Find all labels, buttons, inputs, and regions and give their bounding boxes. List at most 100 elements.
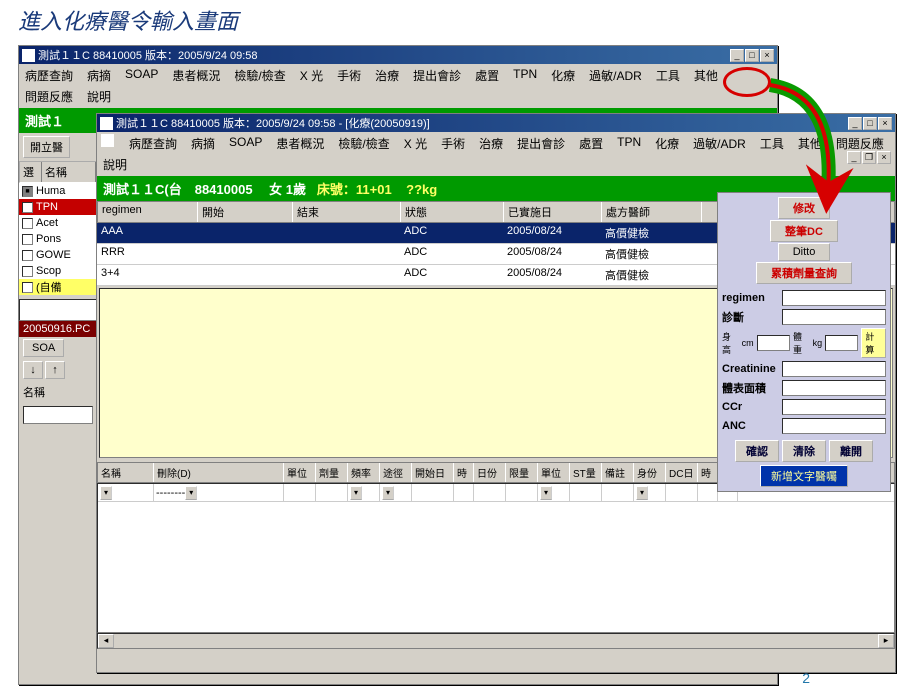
list-item[interactable]: Scop bbox=[19, 263, 97, 279]
col-header[interactable]: 已實施日 bbox=[504, 202, 602, 222]
menu-工具[interactable]: 工具 bbox=[654, 66, 682, 85]
menu-處置[interactable]: 處置 bbox=[577, 134, 605, 153]
maximize-button[interactable]: □ bbox=[863, 117, 877, 130]
dropdown-icon[interactable]: ▾ bbox=[540, 486, 552, 500]
col-header[interactable]: 開始 bbox=[198, 202, 293, 222]
maximize-button[interactable]: □ bbox=[745, 49, 759, 62]
checkbox[interactable] bbox=[22, 266, 33, 277]
menu-SOAP[interactable]: SOAP bbox=[123, 66, 160, 85]
dropdown-icon[interactable]: ▾ bbox=[100, 486, 112, 500]
height-input[interactable] bbox=[757, 335, 790, 351]
menu-其他[interactable]: 其他 bbox=[796, 134, 824, 153]
menu-問題反應[interactable]: 問題反應 bbox=[23, 87, 75, 106]
checkbox[interactable]: ■ bbox=[22, 186, 33, 197]
menu-提出會診[interactable]: 提出會診 bbox=[515, 134, 567, 153]
menu-處置[interactable]: 處置 bbox=[473, 66, 501, 85]
menu-說明[interactable]: 說明 bbox=[85, 87, 113, 106]
arrow-up-button[interactable]: ↑ bbox=[45, 361, 65, 379]
confirm-button[interactable]: 確認 bbox=[735, 440, 779, 462]
order-col-header[interactable]: 頻率 bbox=[348, 463, 380, 482]
menu-化療[interactable]: 化療 bbox=[549, 66, 577, 85]
menu-過敏/ADR[interactable]: 過敏/ADR bbox=[691, 134, 748, 153]
col-header[interactable]: regimen bbox=[98, 202, 198, 222]
list-item[interactable]: ■Huma bbox=[19, 183, 97, 199]
tab-open-order[interactable]: 開立醫 bbox=[23, 136, 70, 158]
list-item[interactable]: Pons bbox=[19, 231, 97, 247]
menu-提出會診[interactable]: 提出會診 bbox=[411, 66, 463, 85]
soa-button[interactable]: SOA bbox=[23, 339, 64, 357]
list-item[interactable]: (自備 bbox=[19, 279, 97, 295]
menu-患者概況[interactable]: 患者概況 bbox=[170, 66, 222, 85]
minimize-button[interactable]: _ bbox=[848, 117, 862, 130]
arrow-down-button[interactable]: ↓ bbox=[23, 361, 43, 379]
col-header[interactable]: 處方醫師 bbox=[602, 202, 702, 222]
checkbox[interactable] bbox=[22, 234, 33, 245]
col-header[interactable]: 狀態 bbox=[401, 202, 504, 222]
diagnosis-input[interactable] bbox=[782, 309, 886, 325]
dropdown-icon[interactable]: ▾ bbox=[382, 486, 394, 500]
menu-過敏/ADR[interactable]: 過敏/ADR bbox=[587, 66, 644, 85]
add-text-order-button[interactable]: 新增文字醫囑 bbox=[760, 465, 848, 487]
list-item[interactable]: GOWE bbox=[19, 247, 97, 263]
order-col-header[interactable]: 劑量 bbox=[316, 463, 348, 482]
clear-button[interactable]: 清除 bbox=[782, 440, 826, 462]
order-col-header[interactable]: 時 bbox=[454, 463, 474, 482]
weight-input[interactable] bbox=[825, 335, 858, 351]
menu-TPN[interactable]: TPN bbox=[615, 134, 643, 153]
calc-button[interactable]: 計算 bbox=[861, 328, 886, 358]
list-item[interactable]: TPN bbox=[19, 199, 97, 215]
menu-TPN[interactable]: TPN bbox=[511, 66, 539, 85]
menu-X 光[interactable]: X 光 bbox=[402, 134, 429, 153]
checkbox[interactable] bbox=[22, 202, 33, 213]
dropdown-icon[interactable]: ▾ bbox=[350, 486, 362, 500]
menu-X 光[interactable]: X 光 bbox=[298, 66, 325, 85]
menu-病摘[interactable]: 病摘 bbox=[189, 134, 217, 153]
anc-input[interactable] bbox=[782, 418, 886, 434]
menu-化療[interactable]: 化療 bbox=[653, 134, 681, 153]
menu-治療[interactable]: 治療 bbox=[373, 66, 401, 85]
scroll-left-button[interactable]: ◂ bbox=[98, 634, 114, 648]
order-col-header[interactable]: 身份 bbox=[634, 463, 666, 482]
order-col-header[interactable]: 名稱 bbox=[98, 463, 154, 482]
cumulative-dose-button[interactable]: 累積劑量查詢 bbox=[756, 262, 852, 284]
menu-說明[interactable]: 說明 bbox=[101, 155, 129, 174]
regimen-input[interactable] bbox=[782, 290, 886, 306]
menu-其他[interactable]: 其他 bbox=[692, 66, 720, 85]
menu-病歷查詢[interactable]: 病歷查詢 bbox=[127, 134, 179, 153]
order-col-header[interactable]: 限量 bbox=[506, 463, 538, 482]
order-col-header[interactable]: DC日 bbox=[666, 463, 698, 482]
checkbox[interactable] bbox=[22, 250, 33, 261]
menu-工具[interactable]: 工具 bbox=[758, 134, 786, 153]
order-col-header[interactable]: 單位 bbox=[284, 463, 316, 482]
checkbox[interactable] bbox=[22, 282, 33, 293]
menu-病摘[interactable]: 病摘 bbox=[85, 66, 113, 85]
menu-患者概況[interactable]: 患者概況 bbox=[274, 134, 326, 153]
order-col-header[interactable]: 刪除(D) bbox=[154, 463, 284, 482]
dc-all-button[interactable]: 整筆DC bbox=[770, 220, 838, 242]
ccr-input[interactable] bbox=[782, 399, 886, 415]
exit-button[interactable]: 離開 bbox=[829, 440, 873, 462]
order-col-header[interactable]: 備註 bbox=[602, 463, 634, 482]
order-col-header[interactable]: 開始日 bbox=[412, 463, 454, 482]
mdi-restore[interactable]: ❐ bbox=[862, 151, 876, 164]
mdi-close[interactable]: × bbox=[877, 151, 891, 164]
ditto-button[interactable]: Ditto bbox=[778, 243, 831, 261]
dropdown-icon[interactable]: ▾ bbox=[636, 486, 648, 500]
close-button[interactable]: × bbox=[760, 49, 774, 62]
order-col-header[interactable]: 途徑 bbox=[380, 463, 412, 482]
order-col-header[interactable]: ST量 bbox=[570, 463, 602, 482]
mdi-minimize[interactable]: _ bbox=[847, 151, 861, 164]
modify-button[interactable]: 修改 bbox=[778, 197, 830, 219]
menu-病歷查詢[interactable]: 病歷查詢 bbox=[23, 66, 75, 85]
col-header[interactable]: 結束 bbox=[293, 202, 401, 222]
menu-檢驗/檢查[interactable]: 檢驗/檢查 bbox=[336, 134, 391, 153]
horizontal-scrollbar[interactable]: ◂ ▸ bbox=[97, 633, 895, 649]
order-col-header[interactable]: 單位 bbox=[538, 463, 570, 482]
order-grid-body[interactable]: ▾ --------▾ ▾ ▾ ▾ ▾ bbox=[97, 483, 895, 633]
dropdown-icon[interactable]: ▾ bbox=[185, 486, 197, 500]
name-input[interactable] bbox=[23, 406, 93, 424]
order-col-header[interactable]: 時 bbox=[698, 463, 718, 482]
menu-治療[interactable]: 治療 bbox=[477, 134, 505, 153]
scroll-right-button[interactable]: ▸ bbox=[878, 634, 894, 648]
creatinine-input[interactable] bbox=[782, 361, 886, 377]
